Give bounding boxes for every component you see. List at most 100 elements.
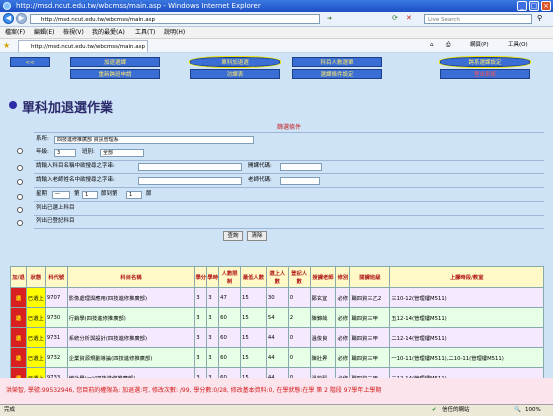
min-cell: 15 (240, 367, 267, 378)
stop-icon[interactable]: ✕ (406, 14, 412, 22)
radio-time[interactable] (17, 194, 23, 200)
page-menu[interactable]: 網頁(P) (470, 39, 489, 52)
status-cell: 已選上 (25, 347, 46, 368)
table-row: 退 已選上 9730 行銷學(四技進修推廣部) 3 3 60 15 54 2 陳… (10, 307, 544, 328)
browser-tab[interactable]: http://msd.ncut.edu.tw/wbcmss/main.asp (18, 40, 148, 52)
menu-view[interactable]: 檢視(V) (63, 27, 84, 38)
nav-back-button[interactable]: << (10, 57, 50, 67)
period-start-select[interactable]: 1 (82, 191, 98, 199)
table-row: 退 已選上 9733 統計學(一)(四技進修推廣部) 3 3 60 15 44 … (10, 367, 544, 378)
period-end-select[interactable]: 1 (126, 191, 142, 199)
dept-select[interactable]: 四技進修推廣部 資訊管理系 (54, 136, 254, 144)
nav-cross-class-button[interactable]: 重新跨班申請 (70, 69, 160, 79)
nav-cross-dept-button[interactable]: 跨系選課設定 (439, 56, 531, 68)
col-status: 狀態 (25, 266, 46, 288)
credit-cell: 3 (194, 287, 208, 308)
search-icon[interactable]: ⚲ (537, 14, 542, 22)
col-class: 開課班級 (349, 266, 391, 288)
back-button[interactable]: ◀ (3, 13, 14, 24)
menu-edit[interactable]: 編輯(E) (34, 27, 54, 38)
nav-settings-button[interactable]: 選課條件設定 (292, 69, 382, 79)
nav-add-drop-button[interactable]: 加退選課 (70, 57, 160, 67)
grade-select[interactable]: 3 (54, 149, 76, 157)
nav-timetable-button[interactable]: 功課表 (190, 69, 280, 79)
credit-cell: 3 (194, 347, 208, 368)
nav-logout-button[interactable]: 登出系統 (440, 69, 530, 79)
hours-cell: 3 (206, 327, 220, 348)
course-name-input[interactable] (138, 163, 242, 171)
code-cell: 9732 (44, 347, 68, 368)
drop-button[interactable]: 退 (10, 347, 27, 368)
course-code-input[interactable] (280, 163, 322, 171)
nav-single-course-button[interactable]: 單科加退選 (189, 56, 281, 68)
credit-cell: 3 (194, 327, 208, 348)
filter-row-teacher: 請輸入老師姓名中欲搜尋之字串: 老師代碼: (34, 174, 544, 188)
tools-menu[interactable]: 工具(O) (508, 39, 528, 52)
ie-logo-icon (3, 2, 11, 10)
zoom-level[interactable]: 100% (525, 405, 541, 416)
drop-button[interactable]: 退 (10, 287, 27, 308)
course-name-cell: 系統分析與設計(四技進修推廣部) (66, 327, 196, 348)
status-text: 完成 (4, 407, 16, 413)
dept-value: 四技進修推廣部 資訊管理系 (57, 137, 119, 143)
go-arrow-icon[interactable]: ➜ (327, 15, 332, 22)
clear-button[interactable]: 清除 (247, 231, 267, 241)
col-hours: 學時 (206, 266, 220, 288)
teacher-cell: 溫鈞穀 (309, 367, 337, 378)
class-cell: 職四資三乙2 (349, 287, 391, 308)
home-icon[interactable]: ⌂ (430, 39, 434, 52)
course-name-cell: 企業資源規劃導論(四技進修推廣部) (66, 347, 196, 368)
class-select[interactable]: 全部 (100, 149, 144, 157)
col-code[interactable]: 科代號 (44, 266, 68, 288)
forward-button[interactable]: ▶ (16, 13, 27, 24)
limit-cell: 60 (218, 367, 242, 378)
trusted-zone-icon: ✔ (432, 407, 437, 413)
drop-button[interactable]: 退 (10, 307, 27, 328)
menu-file[interactable]: 檔案(F) (5, 27, 25, 38)
period-end-value: 1 (129, 192, 133, 198)
teacher-code-label: 老師代碼: (248, 177, 272, 183)
menu-help[interactable]: 說明(H) (164, 27, 185, 38)
status-cell: 已選上 (25, 307, 46, 328)
radio-registered-list[interactable] (17, 220, 23, 226)
table-row: 退 已選上 9732 企業資源規劃導論(四技進修推廣部) 3 3 60 15 4… (10, 347, 544, 368)
status-ticker: 洪榮智, 學號:99532946, 您目前的權限為: 加退選:可, 修改次數: … (0, 378, 553, 404)
address-bar-row: ◀ ▶ http://msd.ncut.edu.tw/wbcmss/main.a… (0, 12, 553, 27)
period-to-label: 節到第 (101, 191, 118, 197)
refresh-icon[interactable]: ⟳ (392, 14, 398, 22)
teacher-name-input[interactable] (138, 177, 242, 185)
nav-course-count-button[interactable]: 科目人數選單 (292, 57, 382, 67)
registered-list-label: 列出已登記科目 (36, 218, 75, 224)
favorites-star-icon[interactable]: ★ (3, 39, 10, 52)
favorites-bar: ★ http://msd.ncut.edu.tw/wbcmss/main.asp… (0, 39, 553, 53)
query-button[interactable]: 查詢 (223, 231, 243, 241)
function-nav: << 加退選課 單科加退選 科目人數選單 跨系選課設定 重新跨班申請 功課表 選… (0, 55, 553, 81)
radio-teacher[interactable] (17, 179, 23, 185)
radio-selected-list[interactable] (17, 207, 23, 213)
radio-dept[interactable] (17, 148, 23, 154)
time-cell: 三12-14(管理樓M511) (389, 367, 544, 378)
drop-button[interactable]: 退 (10, 367, 27, 378)
drop-button[interactable]: 退 (10, 327, 27, 348)
course-name-cell: 行銷學(四技進修推廣部) (66, 307, 196, 328)
selected-list-label: 列出已選上科目 (36, 205, 75, 211)
url-input[interactable]: http://msd.ncut.edu.tw/wbcmss/main.asp (30, 14, 320, 24)
limit-cell: 60 (218, 307, 242, 328)
teacher-code-input[interactable] (280, 177, 320, 185)
minimize-button[interactable]: _ (517, 1, 527, 11)
radio-course-name[interactable] (17, 165, 23, 171)
print-icon[interactable]: ⎙ (446, 39, 450, 52)
time-cell: 五12-14(管理樓M511) (389, 307, 544, 328)
period-start-value: 1 (85, 192, 89, 198)
time-cell: 二12-14(管理樓M511) (389, 327, 544, 348)
close-button[interactable]: × (541, 1, 551, 11)
menu-tools[interactable]: 工具(T) (135, 27, 155, 38)
search-input[interactable]: Live Search (424, 14, 532, 24)
teacher-cell: 陳壯昇 (309, 347, 337, 368)
maximize-button[interactable]: □ (529, 1, 539, 11)
zoom-icon[interactable]: 🔍 (514, 405, 521, 416)
menu-favorites[interactable]: 我的最愛(A) (92, 27, 125, 38)
type-cell: 必修 (335, 327, 351, 348)
min-cell: 15 (240, 347, 267, 368)
weekday-select[interactable]: 一 (52, 191, 70, 199)
